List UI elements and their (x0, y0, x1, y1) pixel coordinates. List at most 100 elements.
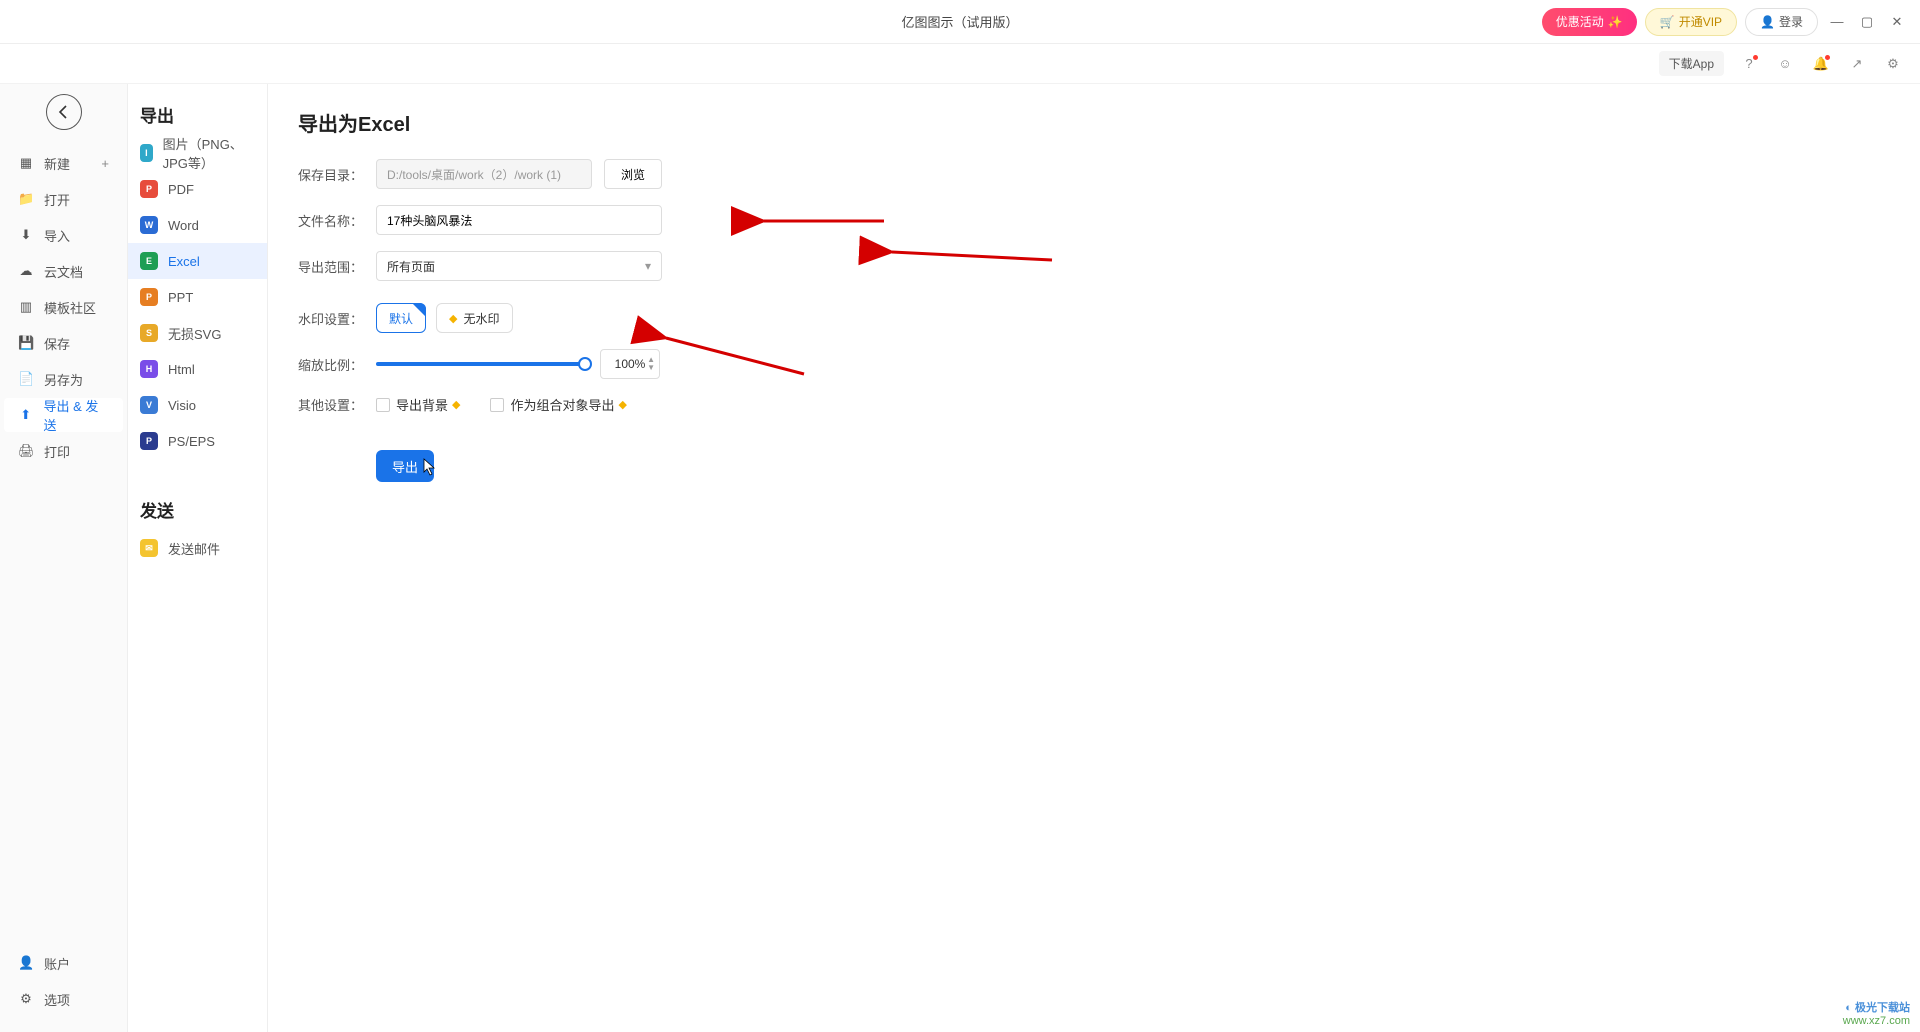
plus-icon[interactable]: + (101, 156, 109, 171)
format-excel[interactable]: EExcel (128, 243, 267, 279)
templates-icon: ▥ (18, 299, 34, 315)
sidebar-item-cloud[interactable]: ☁ 云文档 (4, 254, 123, 288)
sidebar-item-export[interactable]: ⬆ 导出 & 发送 (4, 398, 123, 432)
image-icon: I (140, 144, 153, 162)
export-icon: ⬆ (18, 407, 33, 423)
word-icon: W (140, 216, 158, 234)
new-icon: ▦ (18, 155, 34, 171)
sidebar-item-label: 选项 (44, 990, 70, 1009)
format-word[interactable]: W Word (128, 207, 267, 243)
sidebar-item-label: 云文档 (44, 262, 83, 281)
login-button[interactable]: 👤 登录 (1745, 8, 1818, 36)
format-html[interactable]: H Html (128, 351, 267, 387)
sidebar-item-label: 导出 & 发送 (43, 396, 109, 434)
sidebar-item-templates[interactable]: ▥ 模板社区 (4, 290, 123, 324)
sidebar-item-saveas[interactable]: 📄 另存为 (4, 362, 123, 396)
sidebar-item-print[interactable]: 🖨 打印 (4, 434, 123, 468)
format-label: Word (168, 218, 199, 233)
account-icon: 👤 (18, 955, 34, 971)
sparkle-icon: ✨ (1608, 15, 1623, 29)
wm-none-label: 无水印 (463, 310, 499, 327)
label-scale: 缩放比例： (298, 355, 376, 374)
promo-button[interactable]: 优惠活动 ✨ (1542, 8, 1637, 36)
sidebar-primary: ▦ 新建 + 📁打开 ⬇ 导入 ☁ 云文档 ▥ 模板社区 💾 保存 📄 另存为 ⬆ 导出 & 发送 🖨 打印 👤 账… (0, 84, 128, 1032)
label-watermark: 水印设置： (298, 309, 376, 328)
title-bar: 亿图图示（试用版） 优惠活动 ✨ 🛒 开通VIP 👤 登录 — ▢ ✕ (0, 0, 1920, 44)
svg-icon: S (140, 324, 158, 342)
watermark-default-chip[interactable]: 默认 (376, 303, 426, 333)
sidebar-item-label: 打印 (44, 442, 70, 461)
export-group-checkbox[interactable] (490, 398, 504, 412)
vip-button[interactable]: 🛒 开通VIP (1645, 8, 1737, 36)
action-bar: 下载App ? ☺ 🔔 ↗ ⚙ (0, 44, 1920, 84)
sidebar-item-new[interactable]: ▦ 新建 + (4, 146, 123, 180)
format-pdf[interactable]: P PDF (128, 171, 267, 207)
path-input[interactable] (376, 159, 592, 189)
pdf-icon: P (140, 180, 158, 198)
login-label: 登录 (1779, 13, 1803, 30)
format-label: PDF (168, 182, 194, 197)
scale-slider[interactable] (376, 362, 586, 366)
saveas-icon: 📄 (18, 371, 34, 387)
scope-select[interactable]: 所有页面 ▾ (376, 251, 662, 281)
format-label: PPT (168, 290, 193, 305)
sidebar-item-options[interactable]: ⚙选项 (4, 982, 123, 1016)
format-visio[interactable]: V Visio (128, 387, 267, 423)
arrow-left-icon (55, 103, 73, 121)
sidebar-item-label: 另存为 (44, 370, 83, 389)
format-label: Html (168, 362, 195, 377)
export-bg-checkbox[interactable] (376, 398, 390, 412)
excel-icon: E (140, 252, 158, 270)
ps-icon: P (140, 432, 158, 450)
label-other: 其他设置： (298, 395, 376, 414)
watermark-none-chip[interactable]: ◆ 无水印 (436, 303, 512, 333)
sidebar-item-label: 保存 (44, 334, 70, 353)
format-label: 无损SVG (168, 324, 221, 343)
sidebar-secondary: 导出 I图片（PNG、JPG等）PPDFWWordEExcelPPPTS无损SV… (128, 84, 268, 1032)
label-filename: 文件名称： (298, 211, 376, 230)
scale-spinner[interactable]: 100% ▲▼ (600, 349, 660, 379)
sidebar-item-label: 新建 (44, 154, 70, 173)
settings-icon[interactable]: ⚙ (1882, 53, 1904, 75)
send-mail[interactable]: ✉发送邮件 (128, 530, 267, 566)
html-icon: H (140, 360, 158, 378)
chevron-down-icon: ▾ (645, 259, 651, 273)
help-icon[interactable]: ? (1738, 53, 1760, 75)
sidebar-item-label: 导入 (44, 226, 70, 245)
diamond-icon: ◆ (449, 312, 457, 325)
browse-button[interactable]: 浏览 (604, 159, 662, 189)
back-button[interactable] (46, 94, 82, 130)
close-button[interactable]: ✕ (1886, 11, 1908, 33)
feedback-icon[interactable]: ☺ (1774, 53, 1796, 75)
section-send-title: 发送 (140, 497, 267, 522)
share-icon[interactable]: ↗ (1846, 53, 1868, 75)
cloud-icon: ☁ (18, 263, 34, 279)
visio-icon: V (140, 396, 158, 414)
bell-icon[interactable]: 🔔 (1810, 53, 1832, 75)
format-label: 图片（PNG、JPG等） (163, 134, 255, 172)
sidebar-item-account[interactable]: 👤 账户 (4, 946, 123, 980)
sidebar-item-open[interactable]: 📁打开 (4, 182, 123, 216)
print-icon: 🖨 (18, 443, 34, 459)
sidebar-item-label: 账户 (44, 954, 70, 973)
sidebar-item-label: 模板社区 (44, 298, 96, 317)
maximize-button[interactable]: ▢ (1856, 11, 1878, 33)
format-ps[interactable]: PPS/EPS (128, 423, 267, 459)
format-svg[interactable]: S 无损SVG (128, 315, 267, 351)
user-icon: 👤 (1760, 15, 1775, 29)
format-image[interactable]: I 图片（PNG、JPG等） (128, 135, 267, 171)
save-icon: 💾 (18, 335, 34, 351)
download-app-button[interactable]: 下载App (1659, 51, 1724, 76)
format-ppt[interactable]: PPPT (128, 279, 267, 315)
minimize-button[interactable]: — (1826, 11, 1848, 33)
wm-default-label: 默认 (389, 310, 413, 327)
diamond-icon: ◆ (452, 398, 460, 411)
diamond-icon: ◆ (619, 398, 627, 411)
cart-icon: 🛒 (1660, 15, 1675, 29)
import-icon: ⬇ (18, 227, 34, 243)
format-label: Visio (168, 398, 196, 413)
sidebar-item-import[interactable]: ⬇ 导入 (4, 218, 123, 252)
send-label: 发送邮件 (168, 539, 220, 558)
filename-input[interactable] (376, 205, 662, 235)
sidebar-item-save[interactable]: 💾 保存 (4, 326, 123, 360)
